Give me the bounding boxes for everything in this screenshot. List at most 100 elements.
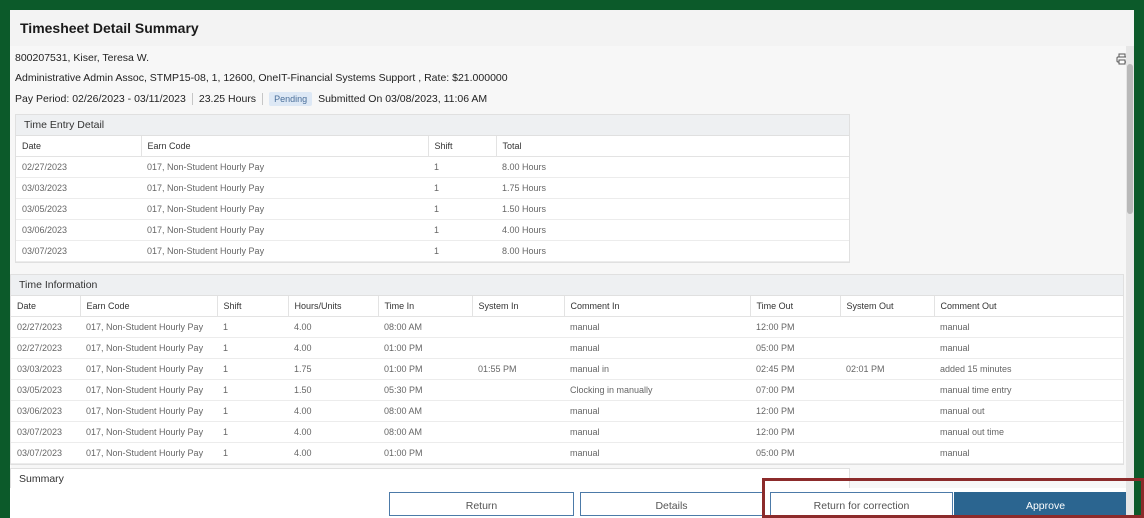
cell: 4.00 Hours bbox=[496, 219, 849, 241]
page-title: Timesheet Detail Summary bbox=[20, 20, 199, 36]
cell: manual bbox=[934, 337, 1123, 359]
title-bar: Timesheet Detail Summary bbox=[10, 10, 1134, 47]
cell: 1.50 Hours bbox=[496, 198, 849, 220]
cell: manual in bbox=[564, 358, 750, 380]
cell: 02:01 PM bbox=[840, 358, 934, 380]
employee-info: 800207531, Kiser, Teresa W. bbox=[15, 52, 150, 64]
section-title: Time Entry Detail bbox=[16, 115, 849, 136]
cell: 017, Non-Student Hourly Pay bbox=[141, 156, 428, 178]
pay-period-row: Pay Period: 02/26/2023 - 03/11/2023 23.2… bbox=[15, 92, 487, 106]
cell: 01:00 PM bbox=[378, 442, 472, 464]
cell: 05:00 PM bbox=[750, 337, 840, 359]
cell: 1 bbox=[217, 442, 288, 464]
col-comment-out: Comment Out bbox=[933, 296, 1123, 317]
approve-button[interactable]: Approve bbox=[954, 492, 1134, 516]
divider bbox=[191, 93, 193, 105]
cell: 12:00 PM bbox=[750, 400, 840, 422]
cell: 1 bbox=[217, 379, 288, 401]
scrollbar[interactable] bbox=[1126, 46, 1134, 518]
cell bbox=[472, 316, 564, 338]
cell: 017, Non-Student Hourly Pay bbox=[141, 240, 428, 262]
cell bbox=[840, 442, 934, 464]
cell: manual bbox=[564, 316, 750, 338]
cell: 1 bbox=[217, 400, 288, 422]
cell: manual bbox=[564, 421, 750, 443]
action-bar: Return Details Return for correction App… bbox=[10, 488, 1134, 518]
return-for-correction-button[interactable]: Return for correction bbox=[770, 492, 953, 516]
cell: 1 bbox=[217, 421, 288, 443]
col-shift: Shift bbox=[427, 136, 496, 157]
cell: 017, Non-Student Hourly Pay bbox=[141, 198, 428, 220]
cell: 03/07/2023 bbox=[16, 240, 141, 262]
cell bbox=[840, 400, 934, 422]
cell: 03/06/2023 bbox=[16, 219, 141, 241]
time-information-section: Time Information Date Earn Code Shift Ho… bbox=[10, 274, 1124, 465]
cell: manual bbox=[934, 316, 1123, 338]
cell: 1 bbox=[428, 198, 496, 220]
cell: Clocking in manually bbox=[564, 379, 750, 401]
cell: 017, Non-Student Hourly Pay bbox=[80, 421, 217, 443]
cell: 1.50 bbox=[288, 379, 378, 401]
table-row: 02/27/2023 017, Non-Student Hourly Pay 1 4.… bbox=[11, 337, 1123, 359]
time-entry-section: Time Entry Detail Date Earn Code Shift T… bbox=[15, 114, 850, 263]
return-button[interactable]: Return bbox=[389, 492, 574, 516]
submitted-on: Submitted On 03/08/2023, 11:06 AM bbox=[318, 93, 488, 105]
cell: 03/05/2023 bbox=[11, 379, 80, 401]
col-total: Total bbox=[495, 136, 849, 157]
content-area: 800207531, Kiser, Teresa W. Administrati… bbox=[10, 46, 1134, 518]
scrollbar-thumb[interactable] bbox=[1127, 64, 1133, 214]
section-title: Summary bbox=[11, 469, 849, 489]
col-system-in: System In bbox=[471, 296, 564, 317]
col-time-in: Time In bbox=[377, 296, 472, 317]
table-row: 02/27/2023 017, Non-Student Hourly Pay 1 4.… bbox=[11, 316, 1123, 338]
cell: 4.00 bbox=[288, 400, 378, 422]
col-date: Date bbox=[11, 296, 80, 317]
table-row: 03/03/2023 017, Non-Student Hourly Pay 1 1.… bbox=[11, 358, 1123, 380]
cell bbox=[840, 337, 934, 359]
cell: 8.00 Hours bbox=[496, 156, 849, 178]
table-row: 03/05/2023 017, Non-Student Hourly Pay 1 1.… bbox=[11, 379, 1123, 401]
col-hours-units: Hours/Units bbox=[287, 296, 378, 317]
cell: 05:00 PM bbox=[750, 442, 840, 464]
cell: 07:00 PM bbox=[750, 379, 840, 401]
col-time-out: Time Out bbox=[749, 296, 840, 317]
cell: 03/07/2023 bbox=[11, 442, 80, 464]
cell: 01:00 PM bbox=[378, 358, 472, 380]
cell: 12:00 PM bbox=[750, 421, 840, 443]
cell: 4.00 bbox=[288, 337, 378, 359]
cell: manual bbox=[564, 400, 750, 422]
cell: 017, Non-Student Hourly Pay bbox=[80, 316, 217, 338]
cell: 08:00 AM bbox=[378, 316, 472, 338]
table-row: 03/07/2023 017, Non-Student Hourly Pay 1 4.… bbox=[11, 442, 1123, 464]
cell: 017, Non-Student Hourly Pay bbox=[80, 379, 217, 401]
cell: 017, Non-Student Hourly Pay bbox=[80, 358, 217, 380]
cell: manual bbox=[934, 442, 1123, 464]
cell: 02/27/2023 bbox=[11, 316, 80, 338]
col-system-out: System Out bbox=[839, 296, 934, 317]
cell: 4.00 bbox=[288, 316, 378, 338]
col-shift: Shift bbox=[216, 296, 288, 317]
details-button[interactable]: Details bbox=[580, 492, 763, 516]
pay-period: Pay Period: 02/26/2023 - 03/11/2023 bbox=[15, 93, 186, 105]
cell bbox=[472, 400, 564, 422]
status-badge: Pending bbox=[269, 92, 313, 106]
cell: manual time entry bbox=[934, 379, 1123, 401]
cell: 08:00 AM bbox=[378, 421, 472, 443]
cell: 1 bbox=[217, 337, 288, 359]
cell: 4.00 bbox=[288, 442, 378, 464]
cell: 03/05/2023 bbox=[16, 198, 141, 220]
col-date: Date bbox=[16, 136, 141, 157]
cell: manual out time bbox=[934, 421, 1123, 443]
table-row: 03/05/2023 017, Non-Student Hourly Pay 1 1.… bbox=[16, 198, 849, 220]
cell: 08:00 AM bbox=[378, 400, 472, 422]
cell: 01:00 PM bbox=[378, 337, 472, 359]
cell: 017, Non-Student Hourly Pay bbox=[80, 442, 217, 464]
cell: 017, Non-Student Hourly Pay bbox=[80, 400, 217, 422]
cell: 017, Non-Student Hourly Pay bbox=[141, 177, 428, 199]
table-header-row: Date Earn Code Shift Total bbox=[16, 136, 849, 157]
table-row: 03/07/2023 017, Non-Student Hourly Pay 1 8.… bbox=[16, 240, 849, 262]
cell: 1 bbox=[428, 219, 496, 241]
cell: 1 bbox=[428, 177, 496, 199]
table-row: 03/06/2023 017, Non-Student Hourly Pay 1 4.… bbox=[16, 219, 849, 241]
cell bbox=[840, 421, 934, 443]
